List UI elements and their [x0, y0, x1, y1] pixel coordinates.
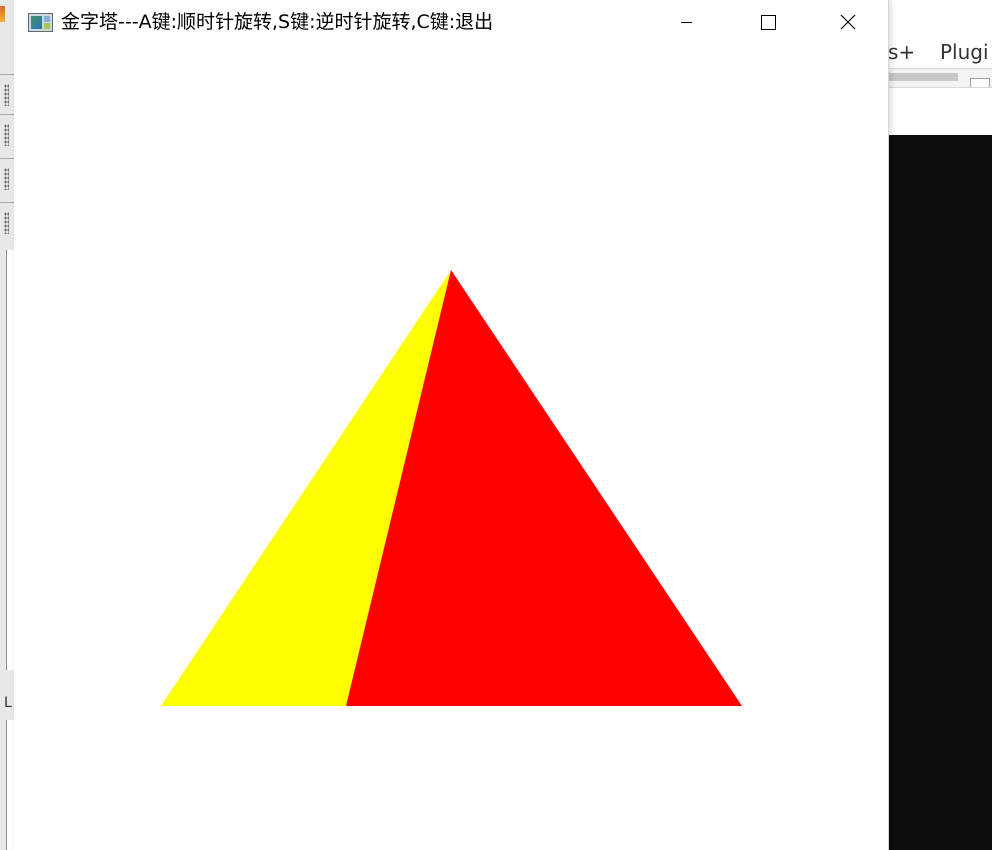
background-panel-label: L	[4, 695, 12, 711]
minimize-button[interactable]	[646, 0, 726, 44]
background-app-icon	[0, 6, 5, 22]
toolbar-scroll-track	[888, 73, 958, 81]
close-button[interactable]	[808, 0, 888, 44]
desktop: L s+ Plugi 金字塔---A键:顺时针旋转,S键:逆时针旋转,C键:退出	[0, 0, 992, 850]
window-title: 金字塔---A键:顺时针旋转,S键:逆时针旋转,C键:退出	[61, 11, 494, 33]
maximize-icon	[761, 15, 776, 30]
menu-item-plugins[interactable]: Plugi	[940, 40, 989, 64]
minimize-icon	[681, 22, 692, 23]
toolbar-separator	[0, 74, 14, 75]
toolbar-icon[interactable]	[970, 78, 990, 87]
toolbar-grip-handle[interactable]	[4, 124, 9, 146]
close-icon	[840, 14, 856, 30]
opengl-viewport[interactable]	[14, 44, 888, 850]
toolbar-grip-handle[interactable]	[4, 168, 9, 190]
title-bar[interactable]: 金字塔---A键:顺时针旋转,S键:逆时针旋转,C键:退出	[14, 0, 888, 44]
toolbar-separator	[0, 114, 14, 115]
pyramid-render	[14, 44, 888, 850]
background-application: s+ Plugi	[888, 0, 992, 850]
background-ide-left-edge: L	[0, 0, 15, 850]
background-console	[888, 135, 992, 850]
background-toolbar	[888, 68, 992, 88]
toolbar-separator	[0, 202, 14, 203]
toolbar-separator	[0, 158, 14, 159]
menu-item-tools[interactable]: s+	[888, 40, 915, 64]
maximize-button[interactable]	[727, 0, 807, 44]
toolbar-grip-handle[interactable]	[4, 212, 9, 234]
toolbar-grip-handle[interactable]	[4, 84, 9, 106]
app-window-icon[interactable]	[28, 13, 53, 32]
pyramid-window: 金字塔---A键:顺时针旋转,S键:逆时针旋转,C键:退出	[14, 0, 888, 850]
background-menubar: s+ Plugi	[888, 36, 992, 66]
